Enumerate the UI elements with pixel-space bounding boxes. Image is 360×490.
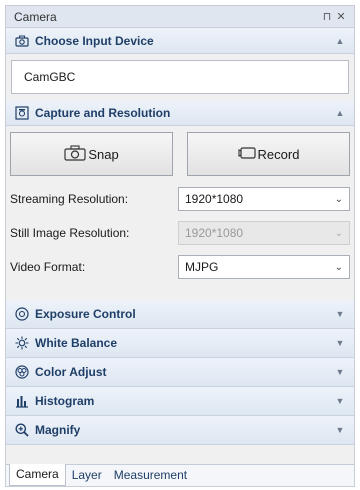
section-header-color-adjust[interactable]: Color Adjust ▼	[6, 358, 354, 387]
bottom-tab-bar: Camera Layer Measurement	[6, 464, 354, 486]
select-value: 1920*1080	[185, 192, 244, 206]
section-header-magnify[interactable]: Magnify ▼	[6, 416, 354, 445]
video-format-row: Video Format: MJPG ⌄	[6, 250, 354, 284]
chevron-down-icon[interactable]: ▼	[334, 309, 346, 319]
section-header-input-device[interactable]: Choose Input Device ▲	[6, 28, 354, 54]
video-format-label: Video Format:	[10, 260, 86, 274]
still-resolution-row: Still Image Resolution: 1920*1080 ⌄	[6, 216, 354, 250]
white-balance-icon	[14, 335, 30, 351]
camera-icon	[14, 33, 30, 49]
collapsed-sections: Exposure Control ▼ White Balance ▼ Color…	[6, 300, 354, 445]
still-resolution-label: Still Image Resolution:	[10, 226, 130, 240]
histogram-icon	[14, 393, 30, 409]
tab-layer[interactable]: Layer	[66, 465, 108, 486]
device-list[interactable]: CamGBC	[11, 60, 349, 94]
snap-label: Snap	[88, 146, 119, 162]
close-icon[interactable]: ✕	[334, 10, 348, 23]
streaming-resolution-select[interactable]: 1920*1080 ⌄	[178, 187, 350, 211]
record-button[interactable]: Record	[187, 132, 350, 176]
section-title: Magnify	[35, 423, 81, 437]
chevron-up-icon[interactable]: ▲	[334, 36, 346, 46]
camera-panel: Camera ⊓ ✕ Choose Input Device ▲ CamGBC …	[5, 5, 355, 487]
chevron-down-icon: ⌄	[334, 193, 343, 205]
section-title: Choose Input Device	[35, 33, 154, 48]
capture-buttons: Snap Record	[6, 126, 354, 182]
streaming-resolution-label: Streaming Resolution:	[10, 192, 129, 206]
section-header-histogram[interactable]: Histogram ▼	[6, 387, 354, 416]
tab-camera[interactable]: Camera	[9, 464, 66, 486]
record-label: Record	[257, 146, 300, 162]
chevron-down-icon: ⌄	[334, 261, 343, 273]
exposure-icon	[14, 306, 30, 322]
chevron-down-icon: ⌄	[334, 227, 343, 239]
device-item[interactable]: CamGBC	[24, 70, 75, 84]
capture-icon	[14, 105, 30, 121]
chevron-down-icon[interactable]: ▼	[334, 425, 346, 435]
select-value: 1920*1080	[185, 226, 244, 240]
section-header-capture[interactable]: Capture and Resolution ▲	[6, 100, 354, 126]
panel-titlebar: Camera ⊓ ✕	[6, 6, 354, 28]
pin-icon[interactable]: ⊓	[320, 10, 334, 23]
chevron-down-icon[interactable]: ▼	[334, 338, 346, 348]
chevron-down-icon[interactable]: ▼	[334, 396, 346, 406]
video-format-select[interactable]: MJPG ⌄	[178, 255, 350, 279]
chevron-down-icon[interactable]: ▼	[334, 367, 346, 377]
snap-button[interactable]: Snap	[10, 132, 173, 176]
video-camera-icon	[237, 146, 258, 163]
section-title: Exposure Control	[35, 307, 136, 321]
color-adjust-icon	[14, 364, 30, 380]
panel-title: Camera	[14, 9, 57, 24]
section-title: Histogram	[35, 394, 95, 408]
tab-measurement[interactable]: Measurement	[108, 465, 193, 486]
select-value: MJPG	[185, 260, 219, 274]
section-title: Color Adjust	[35, 365, 107, 379]
camera-icon	[64, 144, 88, 164]
section-header-white-balance[interactable]: White Balance ▼	[6, 329, 354, 358]
section-title: Capture and Resolution	[35, 105, 171, 120]
chevron-up-icon[interactable]: ▲	[334, 108, 346, 118]
section-header-exposure[interactable]: Exposure Control ▼	[6, 300, 354, 329]
still-resolution-select: 1920*1080 ⌄	[178, 221, 350, 245]
streaming-resolution-row: Streaming Resolution: 1920*1080 ⌄	[6, 182, 354, 216]
magnify-icon	[14, 422, 30, 438]
section-title: White Balance	[35, 336, 118, 350]
